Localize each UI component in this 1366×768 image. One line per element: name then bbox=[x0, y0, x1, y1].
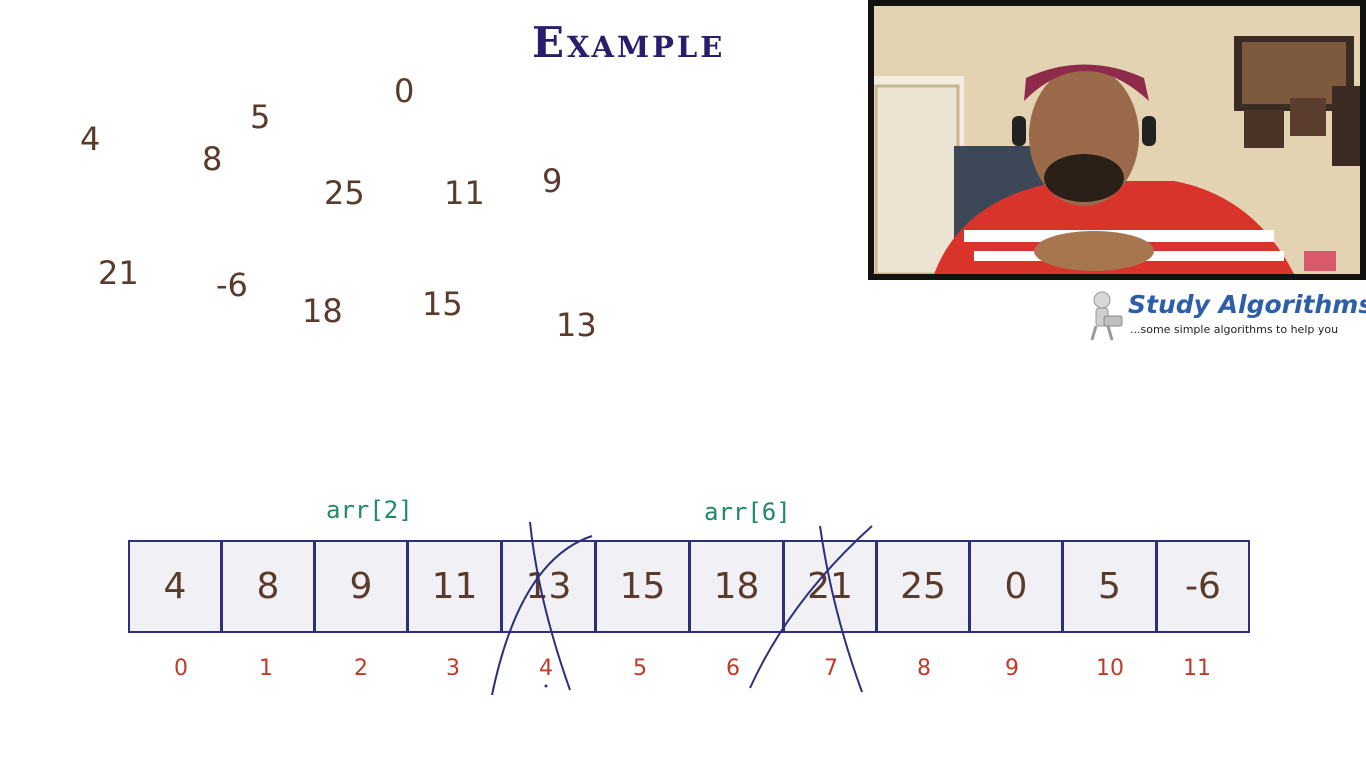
array-cell: 8 bbox=[221, 540, 315, 633]
webcam-overlay bbox=[868, 0, 1366, 280]
presenter-video-placeholder bbox=[874, 6, 1360, 274]
scattered-number: 25 bbox=[324, 174, 365, 212]
array-index: 1 bbox=[259, 656, 273, 681]
logo-title: Study Algorithms bbox=[1128, 290, 1366, 319]
array-cell: -6 bbox=[1156, 540, 1250, 633]
array-cell: 0 bbox=[969, 540, 1063, 633]
array-cell: 21 bbox=[783, 540, 877, 633]
array-cell: 18 bbox=[689, 540, 784, 633]
array-cell: 9 bbox=[314, 540, 408, 633]
scattered-number: 13 bbox=[556, 306, 597, 344]
scattered-number: 11 bbox=[444, 174, 485, 212]
array-index: 8 bbox=[917, 656, 931, 681]
scattered-number: 18 bbox=[302, 292, 343, 330]
slide-title: Example bbox=[532, 18, 726, 67]
scattered-number: 21 bbox=[98, 254, 139, 292]
array-index: 6 bbox=[726, 656, 740, 681]
array-cell: 4 bbox=[128, 540, 222, 633]
logo-tagline: ...some simple algorithms to help you bbox=[1130, 323, 1339, 336]
array-index: 9 bbox=[1005, 656, 1019, 681]
webcam-feed bbox=[874, 6, 1360, 274]
array-label-right: arr[6] bbox=[704, 498, 791, 526]
scattered-number: 8 bbox=[202, 140, 223, 178]
scattered-number: 15 bbox=[422, 285, 463, 323]
array-index: 5 bbox=[633, 656, 647, 681]
array-cell: 25 bbox=[876, 540, 970, 633]
array-index: 11 bbox=[1183, 656, 1211, 681]
array-index: 2 bbox=[354, 656, 368, 681]
array-index: 0 bbox=[174, 656, 188, 681]
scattered-number: -6 bbox=[216, 266, 248, 304]
array-cell: 15 bbox=[595, 540, 690, 633]
ink-dot bbox=[544, 684, 548, 688]
study-algorithms-logo-icon bbox=[1090, 291, 1123, 341]
scattered-number: 4 bbox=[80, 120, 101, 158]
array-label-left: arr[2] bbox=[326, 496, 413, 524]
scattered-number: 9 bbox=[542, 162, 563, 200]
array-index: 3 bbox=[446, 656, 460, 681]
scattered-number: 5 bbox=[250, 98, 271, 136]
array-cell: 5 bbox=[1062, 540, 1157, 633]
array-index: 7 bbox=[824, 656, 838, 681]
scattered-number: 0 bbox=[394, 72, 415, 110]
array-index: 4 bbox=[539, 656, 553, 681]
array-index: 10 bbox=[1096, 656, 1124, 681]
array-cell: 11 bbox=[407, 540, 502, 633]
array-cell: 13 bbox=[501, 540, 596, 633]
study-algorithms-logo: Study Algorithms ...some simple algorith… bbox=[1086, 290, 1366, 342]
